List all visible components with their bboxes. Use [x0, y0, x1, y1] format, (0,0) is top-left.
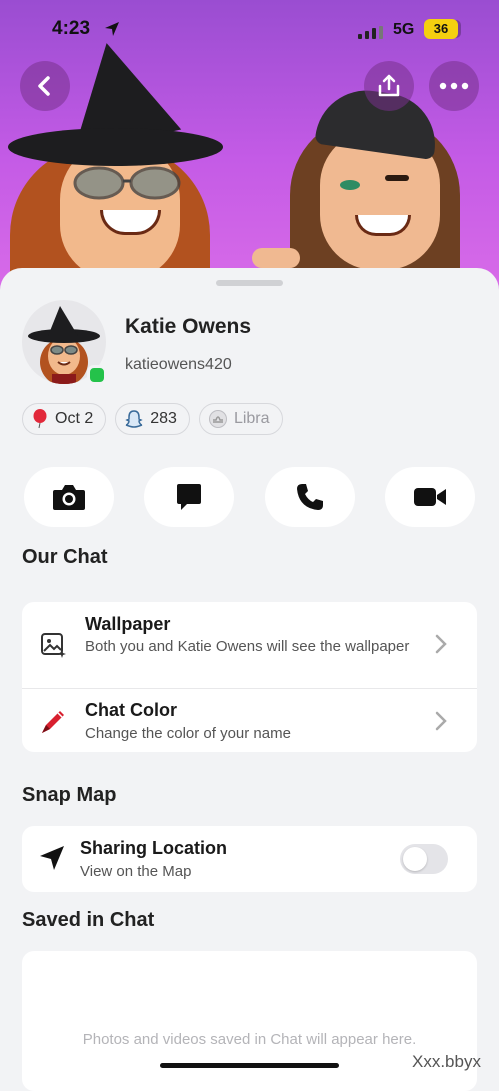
- zodiac-label: Libra: [233, 410, 270, 427]
- camera-icon: [53, 485, 85, 510]
- snapstreak-chip[interactable]: 283: [115, 403, 190, 435]
- snapstreak-count: 283: [150, 410, 177, 427]
- call-button[interactable]: [264, 467, 355, 527]
- saved-in-chat-heading: Saved in Chat: [22, 909, 155, 931]
- chat-color-subtitle: Change the color of your name: [85, 725, 291, 742]
- action-buttons: [24, 467, 475, 527]
- signal-icon: [358, 26, 383, 39]
- status-time: 4:23: [52, 18, 91, 39]
- balloon-icon: [33, 409, 47, 429]
- our-chat-card: Wallpaper Both you and Katie Owens will …: [22, 602, 477, 752]
- snapstreak-ghost-icon: [125, 410, 143, 428]
- sharing-location-subtitle[interactable]: View on the Map: [80, 861, 410, 883]
- profile-chips: Oct 2 283 Libra: [22, 403, 283, 435]
- our-chat-heading: Our Chat: [22, 546, 108, 568]
- profile-header-banner: 4:23 5G 36: [0, 0, 499, 290]
- sharing-location-toggle[interactable]: [400, 844, 448, 874]
- wallpaper-icon: [41, 633, 66, 658]
- snap-map-card: Sharing Location View on the Map: [22, 826, 477, 892]
- home-indicator[interactable]: [160, 1063, 339, 1068]
- back-button[interactable]: [20, 61, 70, 111]
- online-indicator: [87, 365, 107, 385]
- wallpaper-row[interactable]: Wallpaper Both you and Katie Owens will …: [22, 602, 477, 688]
- more-icon: [439, 82, 469, 90]
- toggle-knob: [403, 847, 427, 871]
- sharing-location-title: Sharing Location: [80, 838, 228, 858]
- chat-color-row[interactable]: Chat Color Change the color of your name: [22, 689, 477, 752]
- more-button[interactable]: [429, 61, 479, 111]
- chevron-right-icon: [435, 711, 447, 731]
- chat-color-title: Chat Color: [85, 700, 177, 720]
- sheet-grabber[interactable]: [216, 280, 283, 286]
- snap-map-heading: Snap Map: [22, 784, 117, 806]
- profile-name: Katie Owens: [125, 315, 252, 338]
- video-icon: [413, 488, 446, 506]
- chevron-right-icon: [435, 634, 447, 654]
- camera-button[interactable]: [24, 467, 114, 527]
- location-arrow-icon: [105, 22, 119, 36]
- chevron-left-icon: [38, 76, 50, 96]
- watermark: Xxx.bbyx: [412, 1052, 481, 1071]
- saved-in-chat-card: Photos and videos saved in Chat will app…: [22, 951, 477, 1091]
- status-bar: 4:23 5G 36: [0, 18, 499, 46]
- birthday-chip[interactable]: Oct 2: [22, 403, 107, 435]
- wallpaper-title: Wallpaper: [85, 614, 171, 634]
- birthday-label: Oct 2: [55, 410, 94, 427]
- profile-sheet: Katie Owens katieowens420 Oct 2 283 Libr…: [0, 268, 499, 1091]
- profile-username[interactable]: katieowens420: [125, 356, 232, 374]
- share-button[interactable]: [364, 61, 414, 111]
- location-arrow-icon: [40, 846, 64, 870]
- crayon-icon: [42, 711, 64, 733]
- battery-icon: 36: [424, 19, 458, 39]
- zodiac-chip[interactable]: Libra: [198, 403, 283, 435]
- video-call-button[interactable]: [384, 467, 475, 527]
- wallpaper-subtitle: Both you and Katie Owens will see the wa…: [85, 638, 410, 655]
- phone-icon: [296, 484, 323, 510]
- chat-icon: [177, 484, 202, 510]
- libra-icon: [208, 410, 227, 428]
- network-type: 5G: [393, 21, 415, 38]
- chat-button[interactable]: [144, 467, 235, 527]
- saved-empty-text: Photos and videos saved in Chat will app…: [82, 1031, 417, 1048]
- share-icon: [378, 74, 400, 97]
